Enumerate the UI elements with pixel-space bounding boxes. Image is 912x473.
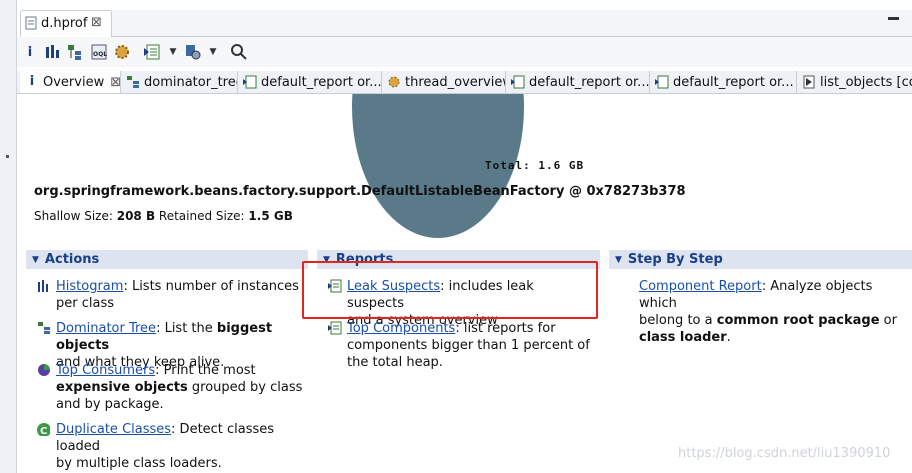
dropdown-arrow-icon[interactable]: ▼ — [164, 43, 182, 61]
shallow-size-value: 208 B — [116, 209, 156, 223]
thread-overview-icon[interactable] — [113, 43, 131, 61]
top-components-link[interactable]: Top Components — [347, 321, 455, 336]
tab-dominator-tree[interactable]: dominator_tree — [121, 71, 238, 93]
item-text: : List the — [156, 321, 217, 336]
action-top-consumers: Top Consumers: Print the most expensive … — [56, 362, 306, 413]
histogram-icon — [38, 280, 48, 292]
item-text: and by package. — [56, 397, 164, 412]
step-by-step-section-header[interactable]: ▼ Step By Step — [609, 250, 912, 269]
duplicate-classes-icon: C — [37, 423, 50, 436]
report-icon — [655, 75, 669, 89]
tab-list-objects[interactable]: list_objects [cor — [797, 71, 912, 93]
dominator-tree-link[interactable]: Dominator Tree — [56, 321, 156, 336]
oql-icon[interactable]: OQL — [90, 43, 108, 61]
item-text: components bigger than 1 percent of — [347, 338, 590, 353]
histogram-link[interactable]: Histogram — [56, 279, 123, 294]
top-consumers-icon — [38, 364, 50, 376]
tab-label: Overview — [43, 74, 105, 90]
left-panel-strip — [0, 0, 17, 473]
tab-default-report[interactable]: default_report or... — [650, 71, 797, 93]
histogram-icon[interactable] — [43, 43, 61, 61]
top-consumers-link[interactable]: Top Consumers — [56, 363, 155, 378]
dropdown-arrow-icon[interactable]: ▼ — [204, 43, 222, 61]
tab-label: default_report or... — [529, 74, 650, 90]
item-text: the total heap. — [347, 355, 443, 370]
svg-text:OQL: OQL — [93, 51, 107, 58]
report-top-components: Top Components: list reports for compone… — [347, 320, 597, 371]
item-text: belong to a — [639, 313, 717, 328]
close-icon[interactable]: ⊠ — [91, 15, 102, 30]
svg-text:C: C — [40, 426, 47, 436]
item-text: or — [879, 313, 897, 328]
retained-size-value: 1.5 GB — [248, 209, 293, 223]
panel-marker — [6, 155, 9, 158]
duplicate-classes-link[interactable]: Duplicate Classes — [56, 422, 171, 437]
list-objects-icon — [803, 75, 815, 89]
tab-thread-overview[interactable]: thread_overview — [382, 71, 506, 93]
info-icon: i — [29, 74, 35, 89]
shallow-size-label: Shallow Size: — [34, 209, 113, 223]
component-report-link[interactable]: Component Report — [639, 279, 762, 294]
editor-tab-label: d.hprof — [41, 16, 88, 31]
actions-section-header[interactable]: ▼ Actions — [26, 250, 308, 269]
tab-default-report[interactable]: default_report or... — [238, 71, 382, 93]
action-histogram: Histogram: Lists number of instances per… — [56, 278, 306, 312]
section-title: Actions — [44, 252, 100, 267]
tab-label: dominator_tree — [144, 74, 238, 90]
item-text: by multiple class loaders. — [56, 456, 222, 471]
item-text: : Lists number of instances — [123, 279, 299, 294]
thread-overview-icon — [388, 76, 400, 88]
report-icon — [511, 75, 525, 89]
item-text: : list reports for — [455, 321, 556, 336]
run-report-icon[interactable] — [143, 43, 161, 61]
editor-tab-hprof[interactable]: d.hprof ⊠ — [20, 10, 112, 37]
tab-overview[interactable]: i Overview ⊠ — [20, 71, 121, 93]
tab-label: thread_overview — [405, 74, 506, 90]
selected-object-name: org.springframework.beans.factory.suppor… — [34, 184, 686, 199]
item-text: . — [726, 330, 731, 345]
item-bold-text: expensive objects — [56, 380, 188, 395]
report-icon — [243, 75, 257, 89]
object-sizes: Shallow Size: 208 B Retained Size: 1.5 G… — [34, 209, 293, 223]
watermark: https://blog.csdn.net/liu1390910 — [678, 446, 891, 461]
dominator-tree-icon — [127, 76, 139, 88]
file-icon — [25, 16, 37, 30]
step-component-report: Component Report: Analyze objects which … — [639, 278, 907, 346]
action-duplicate-classes: Duplicate Classes: Detect classes loaded… — [56, 421, 306, 472]
dominator-tree-icon[interactable] — [66, 43, 84, 61]
retained-size-label: Retained Size: — [158, 209, 245, 223]
dominator-tree-icon — [38, 322, 50, 334]
item-text: : Print the most — [155, 363, 256, 378]
collapse-triangle-icon: ▼ — [32, 254, 39, 265]
query-browser-icon[interactable] — [184, 43, 202, 61]
close-icon[interactable]: ⊠ — [110, 75, 120, 90]
total-size-label: Total: 1.6 GB — [485, 159, 585, 172]
editor-tab-bar — [111, 10, 912, 37]
section-title: Step By Step — [627, 252, 723, 267]
search-icon[interactable] — [230, 43, 248, 61]
highlight-box — [302, 261, 598, 319]
item-text: per class — [56, 296, 114, 311]
item-bold-text: class loader — [639, 330, 727, 345]
collapse-triangle-icon: ▼ — [615, 254, 622, 265]
item-bold-text: common root package — [716, 313, 880, 328]
tab-default-report[interactable]: default_report or... — [506, 71, 650, 93]
report-icon — [328, 321, 342, 335]
tab-label: default_report or... — [261, 74, 382, 90]
item-text: grouped by class — [187, 380, 303, 395]
minimize-icon[interactable] — [888, 17, 899, 20]
tab-label: list_objects [cor — [820, 74, 912, 90]
info-icon[interactable]: i — [21, 43, 39, 61]
tab-label: default_report or... — [673, 74, 794, 90]
